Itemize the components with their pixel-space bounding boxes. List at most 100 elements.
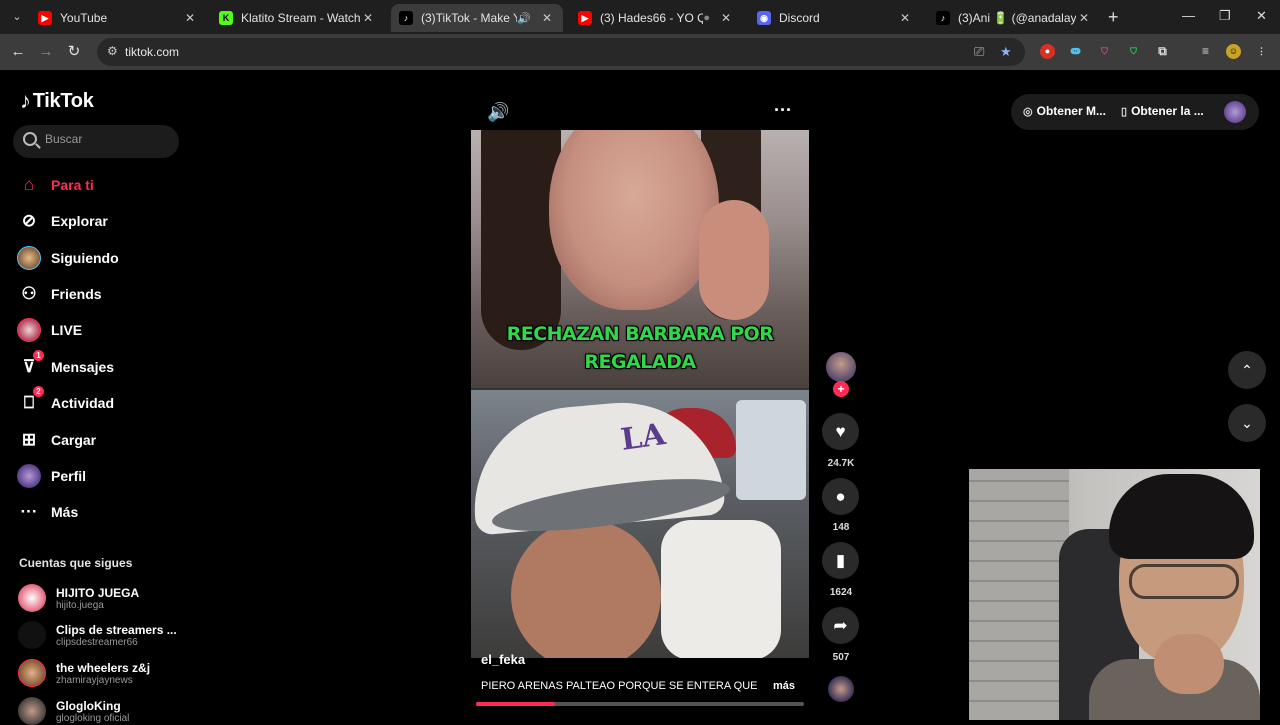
search-box[interactable] [13,125,179,158]
tiktok-logo[interactable]: ♪ TikTok [20,88,94,114]
video-more-options-icon[interactable]: ··· [774,100,792,121]
extension-translate-icon[interactable]: ↈ [1068,44,1083,59]
account-avatar [18,697,46,725]
following-avatar-icon [16,245,42,271]
video-progress-bar[interactable] [476,702,804,706]
bookmark-icon[interactable]: ▮ [822,542,859,579]
volume-icon[interactable]: 🔊 [487,102,509,123]
extension-shield-green-icon[interactable]: ⛉ [1126,44,1141,59]
sidebar-item-siguiendo[interactable]: Siguiendo [16,244,119,272]
extension-red-icon[interactable]: ● [1040,44,1055,59]
tab-title: Discord [779,11,820,25]
sidebar-item-para-ti[interactable]: ⌂ Para ti [16,171,94,199]
sidebar-item-actividad[interactable]: ⎕ 2 Actividad [16,386,115,417]
window-close-icon[interactable]: ✕ [1256,8,1267,24]
minimize-icon[interactable]: — [1182,8,1195,23]
media-control-icon[interactable]: ≡ [1198,44,1213,59]
account-handle: hijito.juega [56,599,104,611]
profile-avatar-icon[interactable]: ☺ [1226,44,1241,59]
speaker-icon[interactable]: 🔊 [517,12,531,25]
tab-youtube[interactable]: ▶ YouTube ✕ [30,4,206,32]
phone-icon: ▯ [1121,106,1128,118]
webcam-overlay [969,469,1260,720]
sidebar-item-label: Friends [51,286,102,302]
previous-video-chevron-up-icon[interactable]: ⌃ [1228,351,1266,389]
url-text[interactable]: tiktok.com [125,45,179,59]
friends-icon: ⚇ [21,284,37,303]
sidebar-item-mas[interactable]: ··· Más [16,498,79,526]
like-heart-icon[interactable]: ♥ [822,413,859,450]
close-icon[interactable]: ✕ [539,11,555,25]
reload-icon[interactable]: ↻ [65,43,83,61]
tab-hades66[interactable]: ▶ (3) Hades66 - YO QUIERO ● ✕ [570,4,742,32]
tiktok-note-icon: ♪ [20,88,31,113]
next-video-chevron-down-icon[interactable]: ⌄ [1228,404,1266,442]
tab-search-icon[interactable]: ⌄ [8,8,26,26]
activity-icon: ⎕ 2 [16,386,44,416]
address-bar[interactable]: ⚙ tiktok.com ⎚ ★ [97,38,1025,66]
account-name: the wheelers z&j [56,660,151,675]
account-handle: clipsdestreamer66 [56,636,138,648]
tab-title: Klatito Stream - Watch Live o [241,11,360,25]
tab-tiktok-active[interactable]: ♪ (3)TikTok - Make Your Da 🔊 ✕ [391,4,563,32]
music-disc-icon[interactable] [828,676,854,702]
video-author[interactable]: el_feka [481,652,525,667]
close-icon[interactable]: ✕ [897,11,913,25]
close-icon[interactable]: ✕ [182,11,198,25]
sidebar-item-perfil[interactable]: Perfil [16,462,86,490]
share-arrow-icon[interactable]: ➦ [822,607,859,644]
sidebar-item-label: LIVE [51,322,83,338]
youtube-icon: ▶ [38,11,52,25]
forward-arrow-icon[interactable]: → [37,43,55,61]
sidebar-item-label: Mensajes [51,359,115,375]
sidebar-item-explorar[interactable]: ⊘ Explorar [16,207,108,235]
restore-icon[interactable]: ❐ [1219,8,1231,24]
upload-icon: ⊞ [21,430,37,449]
video-player[interactable]: RECHAZAN BARBARA POR REGALADA LA [471,130,809,658]
creator-avatar[interactable] [826,352,856,382]
logo-text: TikTok [32,89,94,112]
site-info-icon[interactable]: ⚙ [107,44,118,58]
tab-kick[interactable]: K Klatito Stream - Watch Live o ✕ [211,4,384,32]
following-account[interactable]: Clips de streamers ... clipsdestreamer66 [18,621,178,649]
get-mobile-app-button[interactable]: ▯ Obtener la ... [1121,104,1204,118]
back-arrow-icon[interactable]: ← [9,43,27,61]
install-app-icon[interactable]: ⎚ [974,44,984,60]
follow-plus-icon[interactable]: + [833,381,849,397]
description-more-link[interactable]: más [773,680,795,692]
close-icon[interactable]: ✕ [360,11,376,25]
bookmark-star-icon[interactable]: ★ [1000,44,1012,60]
new-tab-plus-icon[interactable]: + [1108,8,1119,26]
close-icon[interactable]: ✕ [718,11,734,25]
kick-icon: K [219,11,233,25]
get-desktop-app-button[interactable]: ◎ Obtener M... [1023,104,1106,118]
desktop-app-icon: ◎ [1023,106,1033,118]
sidebar-item-label: Explorar [51,213,108,229]
extensions-puzzle-icon[interactable]: ⧉ [1155,44,1170,59]
sidebar-item-label: Perfil [51,468,87,484]
sidebar-item-friends[interactable]: ⚇ Friends [16,280,102,308]
like-count: 24.7K [827,458,855,469]
compass-icon: ⊘ [21,211,37,230]
following-account[interactable]: GlogloKing glogloking oficial [18,697,178,725]
sidebar-item-label: Actividad [51,395,115,411]
extension-shield-pink-icon[interactable]: ⛉ [1097,44,1112,59]
tab-title: (3)Ani 🔋 (@anadalay.x) | Tik [958,11,1076,25]
following-account[interactable]: HIJITO JUEGA hijito.juega [18,584,178,612]
tab-title: (3) Hades66 - YO QUIERO [600,11,704,25]
sidebar-item-label: Siguiendo [51,250,119,266]
tab-tiktok-ani[interactable]: ♪ (3)Ani 🔋 (@anadalay.x) | Tik ✕ [928,4,1100,32]
sidebar-item-live[interactable]: LIVE [16,316,82,344]
tab-discord[interactable]: ◉ Discord ✕ [749,4,921,32]
user-avatar[interactable] [1224,101,1246,123]
comment-icon[interactable]: ● [822,478,859,515]
search-input[interactable] [45,132,170,146]
following-account[interactable]: the wheelers z&j zhamirayjaynews [18,659,178,687]
sidebar-item-cargar[interactable]: ⊞ Cargar [16,426,96,454]
sidebar-item-mensajes[interactable]: ⊽ 1 Mensajes [16,350,115,381]
account-handle: zhamirayjaynews [56,674,133,686]
account-avatar [18,584,46,612]
browser-menu-icon[interactable]: ⋮ [1254,44,1269,59]
browser-toolbar: ← → ↻ ⚙ tiktok.com ⎚ ★ ● ↈ ⛉ ⛉ ⧉ ≡ ☺ ⋮ [0,34,1280,70]
close-icon[interactable]: ✕ [1076,11,1092,25]
